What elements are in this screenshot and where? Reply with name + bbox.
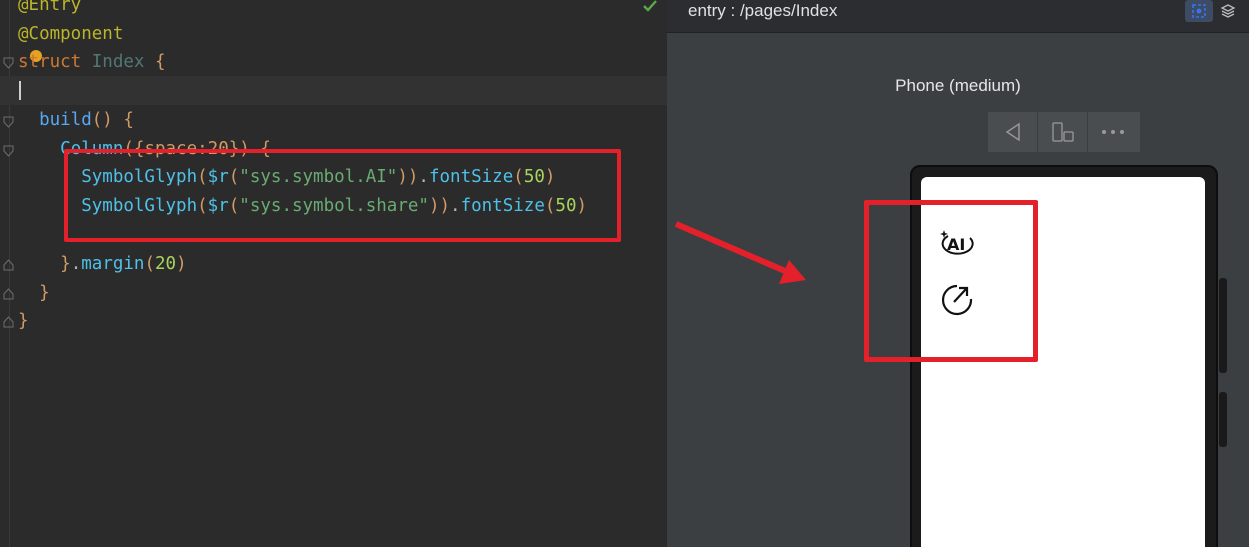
- preview-highlight-box: [864, 200, 1038, 362]
- annotation-arrow: [674, 221, 806, 284]
